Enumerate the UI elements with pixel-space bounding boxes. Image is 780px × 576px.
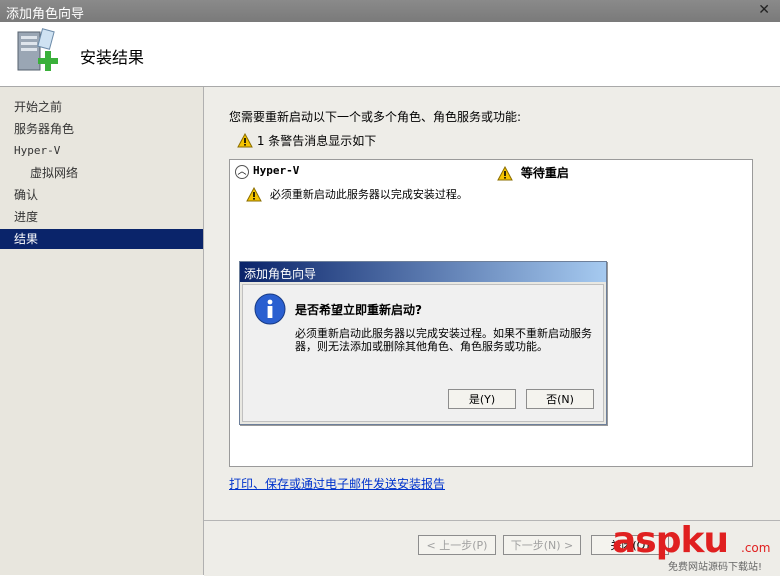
sidebar-item-server-roles[interactable]: 服务器角色 <box>0 119 203 139</box>
no-button[interactable]: 否(N) <box>526 389 594 409</box>
watermark-logo: aspku <box>612 520 729 561</box>
dialog-body: 是否希望立即重新启动? 必须重新启动此服务器以完成安装过程。如果不重新启动服务器… <box>242 284 604 422</box>
report-link[interactable]: 打印、保存或通过电子邮件发送安装报告 <box>229 475 445 492</box>
server-role-icon <box>17 28 58 71</box>
result-row-hyper-v: ︿ Hyper-V 等待重启 <box>235 164 745 182</box>
sidebar-item-before-you-begin[interactable]: 开始之前 <box>0 97 203 117</box>
warning-summary-text: 1 条警告消息显示如下 <box>256 134 377 148</box>
sidebar-item-progress[interactable]: 进度 <box>0 207 203 227</box>
role-name: Hyper-V <box>253 164 300 177</box>
restart-dialog: 添加角色向导 是否希望立即重新启动? 必须重新启动此服务器以完成安装过程。如果不… <box>239 261 607 425</box>
wizard-header: 安装结果 <box>0 22 780 87</box>
page-title: 安装结果 <box>80 48 145 67</box>
dialog-message: 必须重新启动此服务器以完成安装过程。如果不重新启动服务器，则无法添加或删除其他角… <box>295 327 592 353</box>
dialog-title: 添加角色向导 <box>244 267 317 281</box>
collapse-icon[interactable]: ︿ <box>235 165 249 179</box>
sidebar-item-hyper-v[interactable]: Hyper-V <box>0 141 203 161</box>
dialog-titlebar: 添加角色向导 <box>240 262 606 282</box>
warning-icon <box>246 187 262 202</box>
info-icon <box>254 293 286 325</box>
dialog-question: 是否希望立即重新启动? <box>295 303 422 317</box>
result-message: 必须重新启动此服务器以完成安装过程。 <box>269 188 468 201</box>
result-message-row: 必须重新启动此服务器以完成安装过程。 <box>246 186 468 202</box>
warning-summary: 1 条警告消息显示如下 <box>237 132 376 149</box>
window-titlebar: 添加角色向导 ✕ <box>0 0 780 23</box>
sidebar-item-confirmation[interactable]: 确认 <box>0 185 203 205</box>
window-title: 添加角色向导 <box>6 7 85 22</box>
sidebar-item-virtual-networks[interactable]: 虚拟网络 <box>0 163 203 183</box>
watermark-tagline: 免费网站源码下载站! <box>668 562 763 573</box>
sidebar-item-results[interactable]: 结果 <box>0 229 203 249</box>
next-button[interactable]: 下一步(N) > <box>503 535 581 555</box>
intro-text: 您需要重新启动以下一个或多个角色、角色服务或功能: <box>229 110 522 124</box>
warning-icon <box>497 166 513 181</box>
role-status: 等待重启 <box>497 164 569 181</box>
role-status-text: 等待重启 <box>520 166 569 180</box>
watermark-tld: .com <box>741 541 771 555</box>
warning-icon <box>237 133 253 148</box>
yes-button[interactable]: 是(Y) <box>448 389 516 409</box>
close-icon[interactable]: ✕ <box>758 2 770 18</box>
previous-button[interactable]: < 上一步(P) <box>418 535 496 555</box>
